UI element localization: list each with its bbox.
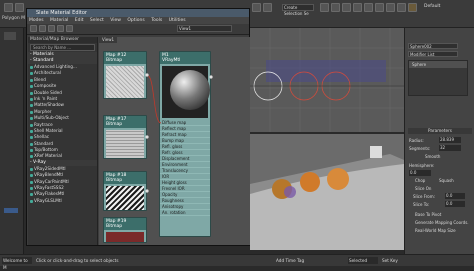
menu-tools[interactable]: Tools: [151, 18, 162, 23]
menu-utilities[interactable]: Utilities: [169, 18, 186, 23]
port-out-map12: [145, 73, 149, 77]
move-children-icon[interactable]: [57, 25, 64, 32]
smooth-checkbox[interactable]: Smooth: [425, 154, 440, 159]
delete-icon[interactable]: [48, 25, 55, 32]
segments-input[interactable]: 32: [439, 145, 461, 151]
port-out-map17: [145, 135, 149, 139]
maxscript-listener[interactable]: Welcome to M: [2, 257, 32, 270]
scene-explorer-strip: [0, 28, 24, 254]
squash-radio[interactable]: Squash: [439, 178, 454, 183]
material-map-browser: Material/Map Browser Search by Name ... …: [28, 37, 98, 245]
chop-radio[interactable]: Chop: [415, 178, 425, 183]
port-out-m1: [209, 75, 213, 79]
node-wires: [145, 73, 213, 193]
menu-options[interactable]: Options: [127, 18, 144, 23]
curve-editor-icon[interactable]: [353, 3, 362, 12]
slice-to-input[interactable]: 0.0: [445, 201, 465, 207]
pick-material-icon[interactable]: [30, 25, 37, 32]
slice-on-checkbox[interactable]: Slice On: [415, 186, 431, 191]
selected-row[interactable]: [4, 208, 18, 213]
object-name-field[interactable]: Sphere002: [408, 43, 458, 49]
align-icon[interactable]: [331, 3, 340, 12]
radius-label: Radius:: [409, 138, 424, 143]
angle-snap-icon[interactable]: [263, 3, 272, 12]
status-bar: Welcome to M Click or click-and-drag to …: [0, 254, 474, 270]
selected-dropdown[interactable]: Selected: [348, 257, 378, 264]
slice-from-input[interactable]: 0.0: [445, 193, 465, 199]
workspace-label[interactable]: Default: [424, 4, 440, 9]
light-box: [370, 146, 382, 158]
status-hint: Click or click-and-drag to select object…: [36, 258, 119, 263]
material-editor-title[interactable]: Slate Material Editor: [27, 9, 249, 17]
radius-input[interactable]: 28.839: [439, 137, 461, 143]
material-editor-menu: Modes Material Edit Select View Options …: [27, 17, 249, 24]
display-icon[interactable]: [4, 32, 16, 40]
hemisphere-input[interactable]: 0.0: [409, 170, 431, 176]
sphere-3: [327, 168, 349, 190]
view-selector[interactable]: View1: [177, 25, 232, 32]
modifier-stack[interactable]: Sphere: [408, 60, 468, 96]
ribbon-label: Polygon M: [2, 16, 25, 21]
plane-top: [266, 60, 386, 82]
wire-diffuse: [146, 74, 162, 124]
modifier-list-dropdown[interactable]: Modifier List: [408, 51, 458, 57]
real-world-checkbox[interactable]: Real-World Map Size: [415, 228, 456, 233]
render-setup-icon[interactable]: [386, 3, 395, 12]
menu-edit[interactable]: Edit: [75, 18, 84, 23]
snap-icon[interactable]: [252, 3, 261, 12]
render-icon[interactable]: [408, 3, 417, 12]
parameters-rollout[interactable]: Parameters: [408, 128, 472, 134]
slice-to-label: Slice To:: [413, 202, 430, 207]
gen-mapping-checkbox[interactable]: Generate Mapping Coords.: [415, 220, 469, 225]
layer-icon[interactable]: [342, 3, 351, 12]
menu-view[interactable]: View: [110, 18, 121, 23]
selection-set-dropdown[interactable]: Create Selection Se: [282, 4, 314, 16]
browser-title: Material/Map Browser: [28, 37, 97, 43]
add-time-tag[interactable]: Add Time Tag: [276, 257, 304, 264]
hemisphere-label: Hemisphere:: [409, 163, 435, 168]
show-map-icon[interactable]: [66, 25, 73, 32]
assign-material-icon[interactable]: [39, 25, 46, 32]
slate-material-editor-window[interactable]: Slate Material Editor Modes Material Edi…: [26, 8, 250, 246]
set-key-button[interactable]: Set Key: [382, 257, 398, 264]
base-to-pivot-checkbox[interactable]: Base To Pivot: [415, 212, 441, 217]
gizmo: [284, 186, 296, 198]
browser-item[interactable]: VRayGLSLMtl: [28, 198, 97, 204]
port-out-map18: [145, 189, 149, 193]
viewport-top[interactable]: [250, 28, 404, 132]
menu-select[interactable]: Select: [90, 18, 104, 23]
material-editor-toolbar: View1: [27, 24, 249, 35]
node-view[interactable]: View1 Map #12 Bitmap Map #17 Bitmap Map #1…: [99, 37, 250, 245]
segments-label: Segments:: [409, 146, 431, 151]
render-frame-icon[interactable]: [397, 3, 406, 12]
command-panel: Sphere002 Modifier List Sphere Parameter…: [404, 28, 474, 254]
menu-modes[interactable]: Modes: [29, 18, 44, 23]
redo-icon[interactable]: [15, 3, 24, 12]
mirror-icon[interactable]: [320, 3, 329, 12]
browser-item[interactable]: XRef Material: [28, 153, 97, 159]
material-editor-icon[interactable]: [375, 3, 384, 12]
viewport-perspective[interactable]: [250, 134, 404, 250]
top-view-svg: [250, 28, 404, 132]
browser-search-input[interactable]: Search by Name ...: [30, 44, 95, 51]
stack-item-sphere[interactable]: Sphere: [409, 61, 467, 68]
sphere-2: [300, 172, 320, 192]
menu-material[interactable]: Material: [50, 18, 68, 23]
schematic-icon[interactable]: [364, 3, 373, 12]
perspective-view-svg: [250, 134, 404, 250]
undo-icon[interactable]: [4, 3, 13, 12]
slice-from-label: Slice From:: [413, 194, 435, 199]
